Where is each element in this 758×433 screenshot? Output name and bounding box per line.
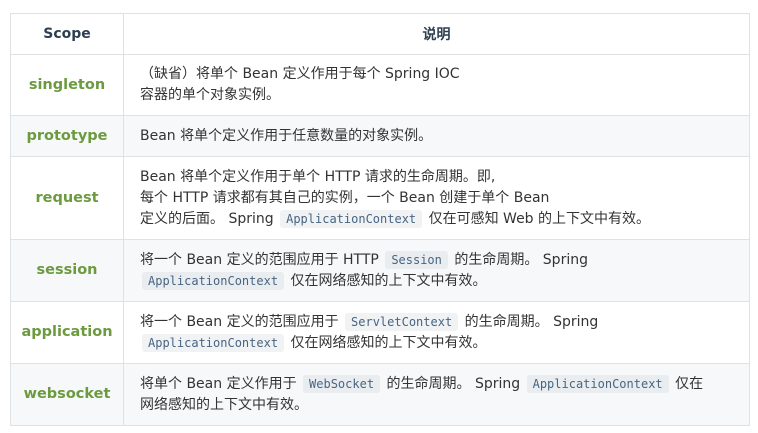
description-text: 定义的后面。 Spring (140, 210, 279, 227)
table-row: request Bean 将单个定义作用于单个 HTTP 请求的生命周期。即, 每… (10, 156, 750, 240)
header-scope: Scope (10, 13, 124, 55)
description-line: 定义的后面。 Spring ApplicationContext 仅在可感知 W… (140, 209, 737, 230)
inline-code: ApplicationContext (142, 333, 285, 352)
scope-cell: prototype (10, 115, 124, 157)
scope-table-container: Scope 说明 singleton （缺省）将单个 Bean 定义作用于每个 … (10, 13, 750, 426)
description-line: 将一个 Bean 定义的范围应用于 ServletContext 的生命周期。 … (140, 312, 737, 333)
description-text: Bean 将单个定义作用于任意数量的对象实例。 (140, 127, 433, 144)
description-text: （缺省）将单个 Bean 定义作用于每个 Spring IOC (140, 66, 460, 82)
description-line: Bean 将单个定义作用于任意数量的对象实例。 (140, 126, 737, 147)
scope-table: Scope 说明 singleton （缺省）将单个 Bean 定义作用于每个 … (10, 13, 750, 426)
table-row: singleton （缺省）将单个 Bean 定义作用于每个 Spring IO… (10, 54, 750, 116)
inline-code: WebSocket (303, 374, 381, 393)
table-header-row: Scope 说明 (10, 13, 750, 55)
description-text: 的生命周期。 Spring (382, 375, 525, 392)
scope-cell: request (10, 156, 124, 240)
description-line: 每个 HTTP 请求都有其自己的实例，一个 Bean 创建于单个 Bean (140, 188, 737, 209)
table-row: session 将一个 Bean 定义的范围应用于 HTTP Session 的… (10, 239, 750, 302)
scope-cell: websocket (10, 363, 124, 426)
description-text: 将一个 Bean 定义的范围应用于 HTTP (140, 251, 384, 268)
inline-code: ServletContext (345, 312, 459, 331)
description-text: 容器的单个对象实例。 (140, 87, 280, 103)
scope-cell: session (10, 239, 124, 302)
description-text: 每个 HTTP 请求都有其自己的实例，一个 Bean 创建于单个 Bean (140, 189, 550, 206)
description-text: 将单个 Bean 定义作用于 (140, 375, 302, 392)
description-cell: 将单个 Bean 定义作用于 WebSocket 的生命周期。 Spring A… (123, 363, 750, 426)
table-row: application 将一个 Bean 定义的范围应用于 ServletCon… (10, 301, 750, 364)
description-line: 将一个 Bean 定义的范围应用于 HTTP Session 的生命周期。 Sp… (140, 250, 737, 271)
description-text: 仅在可感知 Web 的上下文中有效。 (424, 210, 651, 227)
description-cell: Bean 将单个定义作用于任意数量的对象实例。 (123, 115, 750, 157)
inline-code: ApplicationContext (280, 209, 423, 228)
description-text: Bean 将单个定义作用于单个 HTTP 请求的生命周期。即, (140, 168, 496, 185)
scope-cell: singleton (10, 54, 124, 116)
description-text: 仅在网络感知的上下文中有效。 (286, 272, 487, 289)
inline-code: ApplicationContext (142, 271, 285, 290)
description-line: （缺省）将单个 Bean 定义作用于每个 Spring IOC (140, 64, 737, 85)
description-cell: Bean 将单个定义作用于单个 HTTP 请求的生命周期。即, 每个 HTTP 请… (123, 156, 750, 240)
description-line: 网络感知的上下文中有效。 (140, 395, 737, 416)
description-cell: 将一个 Bean 定义的范围应用于 HTTP Session 的生命周期。 Sp… (123, 239, 750, 302)
header-description: 说明 (123, 13, 750, 55)
inline-code: ApplicationContext (526, 374, 669, 393)
description-line: ApplicationContext 仅在网络感知的上下文中有效。 (140, 333, 737, 354)
description-line: Bean 将单个定义作用于单个 HTTP 请求的生命周期。即, (140, 167, 737, 188)
description-text: 网络感知的上下文中有效。 (140, 396, 308, 413)
description-cell: （缺省）将单个 Bean 定义作用于每个 Spring IOC 容器的单个对象实例… (123, 54, 750, 116)
description-text: 的生命周期。 Spring (460, 313, 599, 330)
scope-cell: application (10, 301, 124, 364)
description-text: 将一个 Bean 定义的范围应用于 (140, 313, 344, 330)
description-line: 容器的单个对象实例。 (140, 85, 737, 106)
description-line: 将单个 Bean 定义作用于 WebSocket 的生命周期。 Spring A… (140, 374, 737, 395)
table-row: websocket 将单个 Bean 定义作用于 WebSocket 的生命周期… (10, 363, 750, 426)
table-row: prototype Bean 将单个定义作用于任意数量的对象实例。 (10, 115, 750, 157)
description-cell: 将一个 Bean 定义的范围应用于 ServletContext 的生命周期。 … (123, 301, 750, 364)
description-text: 仅在网络感知的上下文中有效。 (286, 334, 487, 351)
description-text: 的生命周期。 Spring (449, 251, 588, 268)
inline-code: Session (385, 250, 448, 269)
description-line: ApplicationContext 仅在网络感知的上下文中有效。 (140, 271, 737, 292)
description-text: 仅在 (670, 375, 704, 392)
